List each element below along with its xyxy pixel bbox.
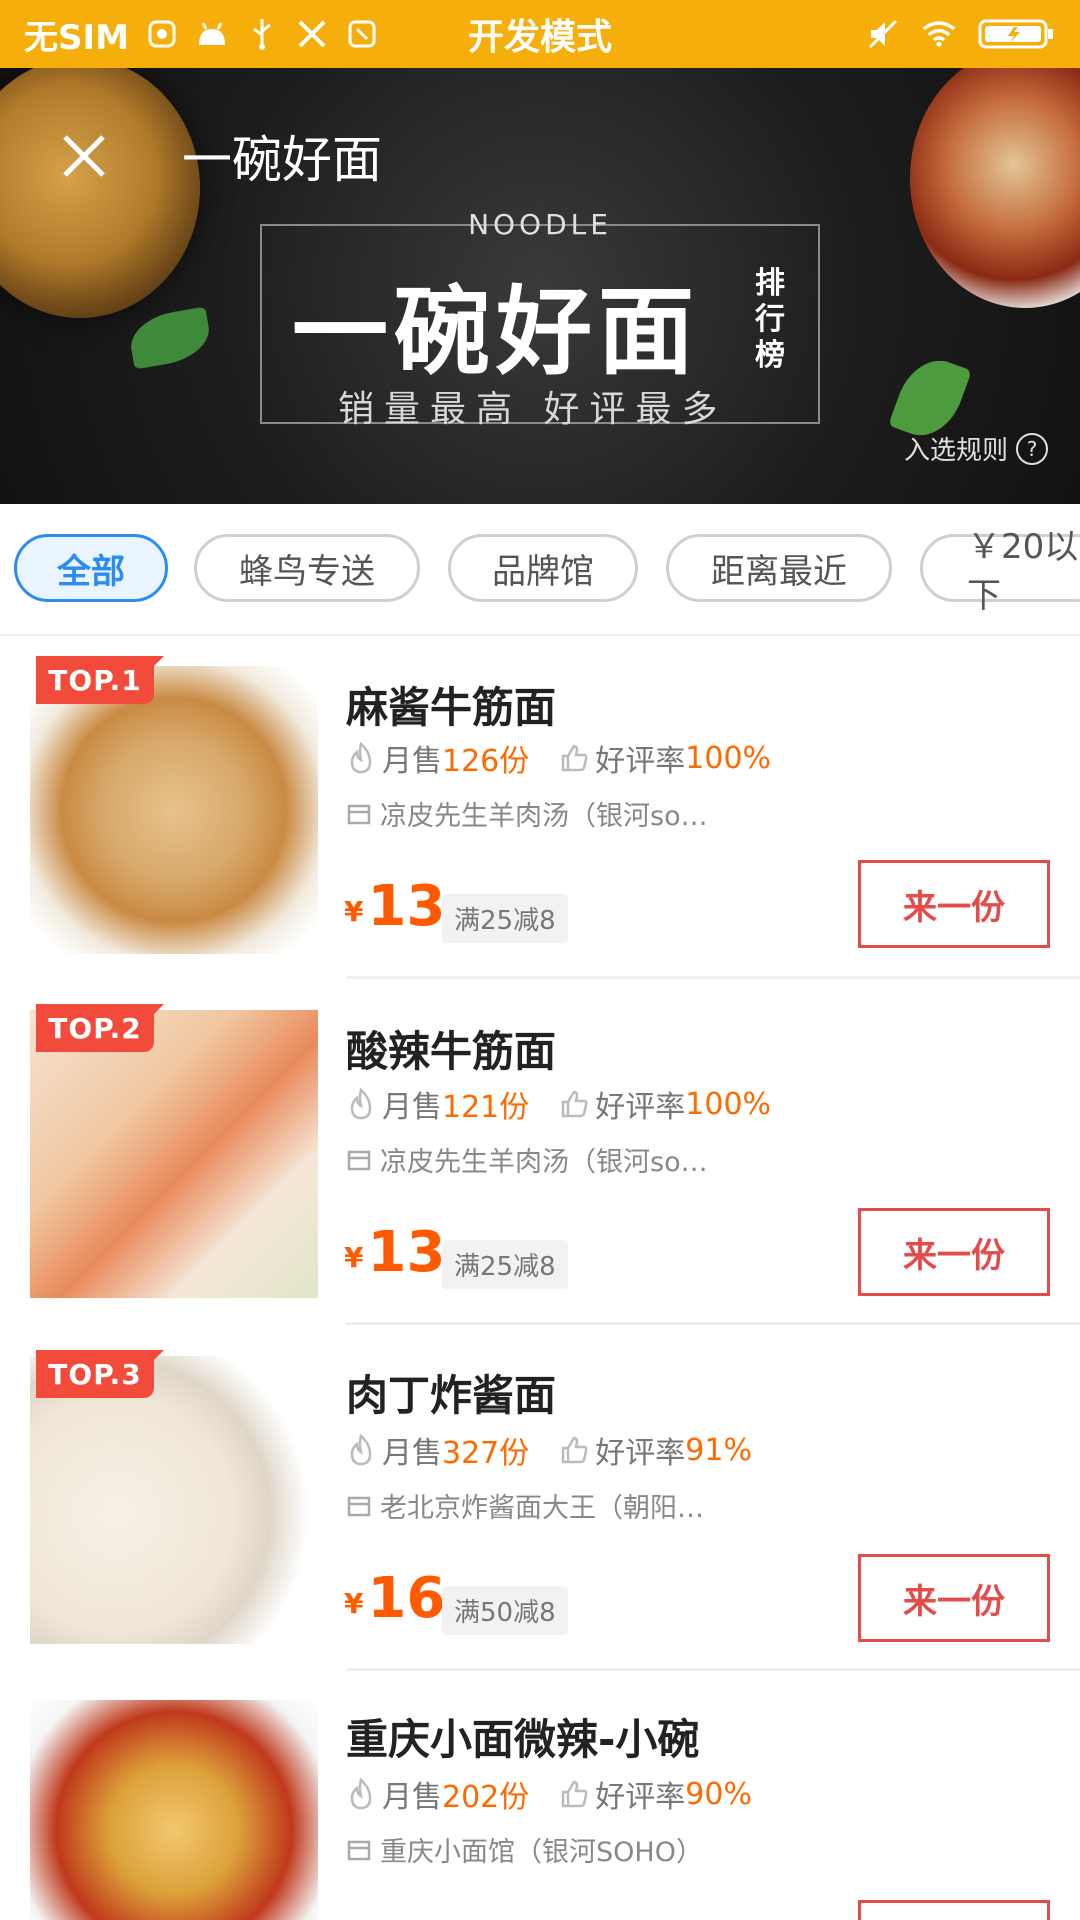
ranking-item-3[interactable]: TOP.3 肉丁炸酱面 月售 327份 好评率 91% 老北京炸酱面大王（朝阳…… <box>0 1326 1080 1671</box>
rank-badge: TOP.3 <box>36 1350 164 1398</box>
currency-symbol: ¥ <box>344 895 364 928</box>
ranking-banner: 一碗好面 NOODLE 一碗好面 排行榜 销量最高 好评最多 入选规则 ? <box>0 68 1080 504</box>
dish-image <box>30 1356 318 1644</box>
shop-name: 重庆小面馆（银河SOHO） <box>380 1837 703 1868</box>
monthly-sales-value: 327份 <box>442 1436 530 1471</box>
page-title: 一碗好面 <box>182 131 382 189</box>
monthly-sales-value: 202份 <box>442 1780 530 1815</box>
banner-noodle-image-left <box>0 68 200 318</box>
dish-name: 麻酱牛筋面 <box>346 683 557 732</box>
order-button[interactable]: 来一份 <box>858 860 1050 948</box>
status-bar: 无SIM 开发模式 <box>0 0 1080 68</box>
thumbs-up-icon <box>562 744 588 772</box>
promo-badge: 满25减8 <box>442 1240 568 1289</box>
shop-name: 凉皮先生羊肉汤（银河so… <box>380 801 708 832</box>
rules-link[interactable]: 入选规则 ? <box>904 430 1048 467</box>
filter-chip-all[interactable]: 全部 <box>14 534 168 602</box>
shop-name: 凉皮先生羊肉汤（银河so… <box>380 1147 708 1178</box>
flame-icon <box>350 1778 372 1810</box>
help-icon: ? <box>1016 432 1048 465</box>
ranking-item-1[interactable]: TOP.1 麻酱牛筋面 月售 126份 好评率 100% 凉皮先生羊肉汤（银河s… <box>0 636 1080 980</box>
dish-image <box>30 666 318 954</box>
monthly-sales-value: 126份 <box>442 744 530 779</box>
dish-name: 酸辣牛筋面 <box>346 1027 557 1076</box>
item-divider <box>346 1668 1080 1671</box>
monthly-sales-label: 月售 <box>382 1436 442 1471</box>
price: ¥ 16 <box>344 1570 445 1628</box>
ranking-item-2[interactable]: TOP.2 酸辣牛筋面 月售 121份 好评率 100% 凉皮先生羊肉汤（银河s… <box>0 980 1080 1325</box>
price: ¥ 13 <box>344 1224 445 1282</box>
dish-name: 肉丁炸酱面 <box>346 1371 557 1420</box>
shop-name: 老北京炸酱面大王（朝阳… <box>380 1493 704 1524</box>
shop-row: 重庆小面馆（银河SOHO） <box>346 1830 703 1869</box>
filter-chip-fengniao[interactable]: 蜂鸟专送 <box>194 534 420 602</box>
filter-bar: 全部 蜂鸟专送 品牌馆 距离最近 ￥20以下 <box>0 504 1080 636</box>
leaf-decoration <box>126 306 214 370</box>
rating-label: 好评率 <box>595 1780 686 1815</box>
rules-label: 入选规则 <box>903 436 1008 466</box>
flame-icon <box>350 742 372 774</box>
price-value: 16 <box>367 1566 446 1631</box>
battery-icon <box>978 17 1054 51</box>
price: ¥ 13 <box>344 878 445 936</box>
banner-noodle-word: NOODLE <box>468 208 612 241</box>
item-divider <box>346 976 1080 979</box>
rating-value: 90% <box>685 1776 752 1812</box>
dish-stats: 月售 126份 好评率 100% <box>346 736 771 780</box>
dish-image <box>30 1010 318 1298</box>
shop-row: 凉皮先生羊肉汤（银河so… <box>346 1140 708 1179</box>
thumbs-up-icon <box>562 1780 588 1808</box>
promo-badge: 满25减8 <box>442 894 568 943</box>
filter-chip-nearest[interactable]: 距离最近 <box>666 534 892 602</box>
thumbs-up-icon <box>562 1436 588 1464</box>
monthly-sales-label: 月售 <box>382 1780 442 1815</box>
shop-icon <box>347 1840 371 1860</box>
rating-value: 100% <box>685 1086 772 1122</box>
rank-badge: TOP.2 <box>36 1004 164 1052</box>
rating-label: 好评率 <box>595 1090 686 1125</box>
wifi-icon <box>922 17 956 51</box>
banner-vertical-label: 排行榜 <box>755 266 785 373</box>
item-divider <box>346 1322 1080 1325</box>
shop-icon <box>347 1150 371 1170</box>
order-button[interactable]: 来一份 <box>858 1208 1050 1296</box>
currency-symbol: ¥ <box>344 1587 364 1620</box>
filter-chip-under-20[interactable]: ￥20以下 <box>920 527 1080 616</box>
status-right <box>866 0 1054 68</box>
monthly-sales-value: 121份 <box>442 1090 530 1125</box>
price-value: 13 <box>367 874 446 939</box>
banner-big-title: 一碗好面 <box>292 276 700 388</box>
close-button[interactable] <box>56 128 112 184</box>
promo-badge: 满50减8 <box>442 1586 568 1635</box>
mute-icon <box>866 17 900 51</box>
rating-label: 好评率 <box>595 1436 686 1471</box>
banner-noodle-image-right <box>910 68 1080 308</box>
dish-image <box>30 1700 318 1920</box>
order-button[interactable]: 来一份 <box>858 1554 1050 1642</box>
banner-slogan: 销量最高 好评最多 <box>338 389 728 430</box>
dish-stats: 月售 202份 好评率 90% <box>346 1772 752 1816</box>
flame-icon <box>350 1434 372 1466</box>
currency-symbol: ¥ <box>344 1241 364 1274</box>
dish-stats: 月售 121份 好评率 100% <box>346 1082 771 1126</box>
rank-badge: TOP.1 <box>36 656 164 704</box>
thumbs-up-icon <box>562 1090 588 1118</box>
close-icon <box>63 135 105 177</box>
rating-value: 100% <box>685 740 772 776</box>
monthly-sales-label: 月售 <box>382 744 442 779</box>
shop-icon <box>347 1496 371 1516</box>
rating-label: 好评率 <box>595 744 686 779</box>
ranking-item-4[interactable]: 重庆小面微辣-小碗 月售 202份 好评率 90% 重庆小面馆（银河SOHO） <box>0 1672 1080 1920</box>
dish-stats: 月售 327份 好评率 91% <box>346 1428 752 1472</box>
shop-icon <box>347 804 371 824</box>
rating-value: 91% <box>685 1432 752 1468</box>
order-button[interactable] <box>858 1900 1050 1920</box>
shop-row: 凉皮先生羊肉汤（银河so… <box>346 794 708 833</box>
dish-name: 重庆小面微辣-小碗 <box>346 1715 700 1764</box>
flame-icon <box>350 1088 372 1120</box>
shop-row: 老北京炸酱面大王（朝阳… <box>346 1486 704 1525</box>
price-value: 13 <box>367 1220 446 1285</box>
filter-chip-brand[interactable]: 品牌馆 <box>448 534 638 602</box>
monthly-sales-label: 月售 <box>382 1090 442 1125</box>
